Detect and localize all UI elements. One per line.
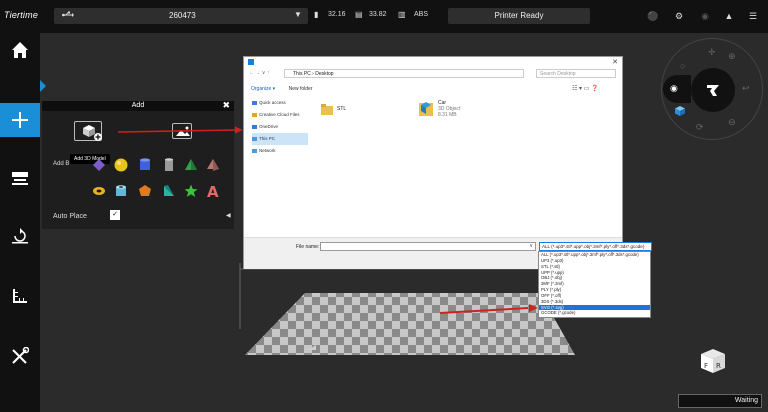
nav-this-pc[interactable]: This PC [252, 133, 308, 145]
bottom-status: Waiting [678, 394, 762, 408]
dialog-titlebar: ✕ [244, 57, 622, 68]
view-radial-menu: ◉ ✛ ⊕ ↩ ⊖ ⟳ ○ [661, 38, 763, 140]
zoom-in-icon[interactable]: ⊕ [728, 51, 736, 62]
organize-button[interactable]: Organize ▾ [251, 86, 275, 92]
annotation-arrowhead-1 [235, 126, 243, 134]
navigation-pane: Quick access Creative Cloud Files OneDri… [252, 97, 308, 157]
nav-network[interactable]: Network [252, 145, 308, 157]
eye-icon[interactable]: ◉ [670, 83, 678, 94]
annotation-arrow-1 [117, 129, 237, 133]
rotate-icon[interactable]: ⟳ [696, 122, 704, 133]
pan-icon[interactable]: ○ [680, 61, 685, 71]
view-options-icon[interactable]: ☷ ▾ ▭ ❓ [572, 85, 599, 92]
annotation-arrow-2 [439, 307, 529, 314]
3d-object-folder-icon [419, 102, 433, 116]
cube-view-icon[interactable] [674, 105, 686, 117]
cloud-icon [252, 125, 257, 129]
dialog-toolbar: Organize ▾ New folder [251, 86, 312, 92]
file-type-dropdown: ALL (*.up3*.stl*.upp*.obj*.3mf*.ply*.off… [538, 251, 651, 318]
file-type-option[interactable]: GCODE (*.gcode) [539, 310, 650, 316]
network-icon [252, 149, 257, 153]
file-name-input[interactable]: ∨ [320, 242, 536, 251]
file-name-label: File name: [296, 244, 320, 250]
file-list: STL Car 3D Object 8.31 MB [316, 97, 616, 227]
nav-onedrive[interactable]: OneDrive [252, 121, 308, 133]
undo-icon[interactable]: ↩ [742, 83, 750, 94]
file-type-filter[interactable]: ALL (*.up3*.stl*.upp*.obj*.3mf*.ply*.off… [539, 242, 652, 251]
close-icon[interactable]: ✕ [612, 58, 618, 66]
folder-icon [252, 113, 257, 117]
new-folder-button[interactable]: New folder [289, 86, 313, 92]
view-cube-icon[interactable]: F R [700, 348, 726, 374]
star-icon [252, 101, 257, 105]
file-type-option[interactable]: ALL (*.up3*.stl*.upp*.obj*.3mf*.ply*.off… [539, 252, 650, 258]
folder-icon [321, 104, 333, 115]
tiertime-logo-icon [707, 85, 719, 96]
computer-icon [252, 137, 257, 141]
annotation-arrowhead-2 [529, 304, 538, 312]
nav-creative-cloud[interactable]: Creative Cloud Files [252, 109, 308, 121]
chevron-down-icon: ∨ [529, 243, 533, 249]
svg-text:F: F [704, 362, 708, 370]
address-bar[interactable]: This PC › Desktop [284, 69, 524, 78]
zoom-out-icon[interactable]: ⊖ [728, 117, 736, 128]
move-icon[interactable]: ✛ [708, 47, 716, 58]
svg-text:R: R [716, 362, 721, 370]
open-file-dialog: ✕ ← → ∨ ↑ This PC › Desktop Search Deskt… [243, 56, 652, 269]
nav-arrows[interactable]: ← → ∨ ↑ [249, 70, 269, 76]
search-input[interactable]: Search Desktop [536, 69, 616, 78]
radial-center-button[interactable] [691, 68, 735, 112]
app-small-icon [248, 59, 254, 65]
nav-quick-access[interactable]: Quick access [252, 97, 308, 109]
